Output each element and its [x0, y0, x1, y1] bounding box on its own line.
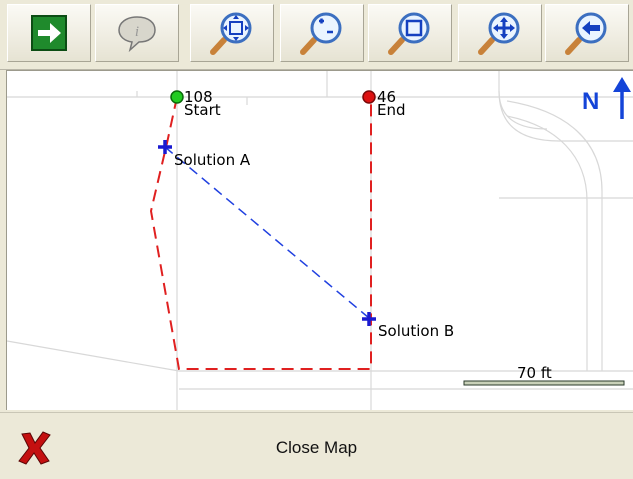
pan-button[interactable] [458, 4, 542, 62]
info-balloon-icon: i [118, 16, 156, 53]
zoom-extent-icon [210, 12, 252, 55]
north-label: N [582, 88, 599, 115]
zoom-window-icon [388, 12, 430, 55]
map-view[interactable]: 108 Start 46 End Solution A Solution B N… [6, 70, 633, 410]
back-icon [565, 12, 607, 55]
solution-b-label: Solution B [378, 322, 454, 340]
zoom-window-button[interactable] [368, 4, 452, 62]
end-marker[interactable] [362, 90, 376, 104]
close-map-button[interactable]: Close Map [0, 438, 633, 458]
end-label: End [377, 101, 406, 119]
bottom-bar: Close Map [0, 412, 633, 479]
info-button[interactable]: i [95, 4, 179, 62]
svg-text:i: i [135, 24, 139, 40]
pan-icon [478, 12, 520, 55]
start-marker[interactable] [170, 90, 184, 104]
solution-a-label: Solution A [174, 151, 251, 169]
solution-connector-line [164, 146, 370, 319]
north-arrow-icon [613, 77, 631, 119]
road-lines [7, 71, 633, 410]
zoom-in-out-icon [300, 12, 342, 55]
toolbar: i [0, 0, 633, 70]
back-button[interactable] [545, 4, 629, 62]
next-button[interactable] [7, 4, 91, 62]
map-canvas[interactable]: 108 Start 46 End Solution A Solution B N… [7, 71, 633, 410]
zoom-in-out-button[interactable] [280, 4, 364, 62]
route-line [149, 96, 372, 370]
zoom-extent-button[interactable] [190, 4, 274, 62]
arrow-right-icon [31, 15, 67, 51]
scale-label: 70 ft [517, 364, 552, 382]
start-label: Start [184, 101, 221, 119]
